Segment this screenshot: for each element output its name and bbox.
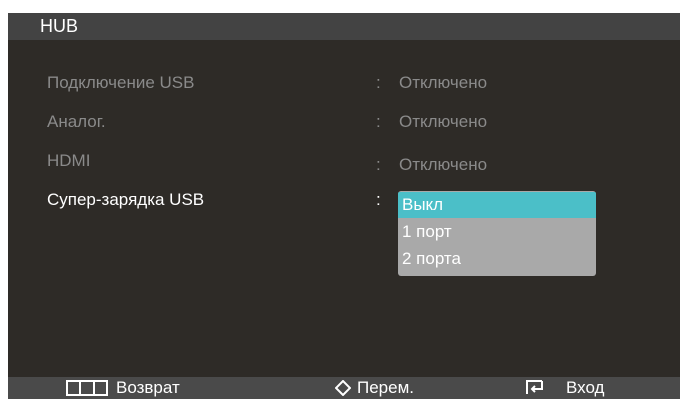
separator: : (376, 73, 381, 92)
footer-bar: Возврат Перем. Вход (8, 377, 680, 399)
title-bar: HUB (8, 13, 680, 40)
back-hint[interactable]: Возврат (66, 377, 216, 399)
dropdown-option-2-ports[interactable]: 2 порта (398, 246, 596, 272)
separator: : (376, 190, 381, 209)
osd-menu: HUB Подключение USB : Отключено Аналог. … (8, 13, 680, 399)
enter-icon (526, 380, 543, 394)
dropdown-option-off[interactable]: Выкл (398, 192, 596, 218)
separator: : (376, 112, 381, 131)
menu-item-value: Отключено (399, 73, 488, 92)
menu-item-hdmi[interactable]: HDMI : Отключено (8, 151, 680, 175)
move-hint[interactable]: Перем. (335, 377, 475, 399)
menu-item-value: Отключено (399, 112, 488, 131)
super-charging-dropdown[interactable]: Выкл 1 порт 2 порта (398, 191, 596, 276)
up-down-arrow-icon (335, 380, 351, 396)
enter-label: Вход (566, 378, 605, 397)
menu-item-label: Подключение USB (47, 73, 195, 92)
back-label: Возврат (116, 378, 180, 397)
menu-item-value: Отключено (399, 155, 488, 174)
menu-item-analog[interactable]: Аналог. : Отключено (8, 112, 680, 136)
dropdown-option-1-port[interactable]: 1 порт (398, 219, 596, 245)
menu-icon (66, 380, 108, 396)
menu-item-usb-connection[interactable]: Подключение USB : Отключено (8, 73, 680, 97)
move-label: Перем. (357, 378, 414, 397)
menu-item-label: HDMI (47, 151, 91, 170)
menu-item-label: Аналог. (47, 112, 106, 131)
separator: : (376, 155, 381, 174)
menu-title: HUB (40, 16, 79, 36)
menu-item-label: Супер-зарядка USB (47, 190, 205, 209)
enter-hint[interactable]: Вход (525, 377, 645, 399)
